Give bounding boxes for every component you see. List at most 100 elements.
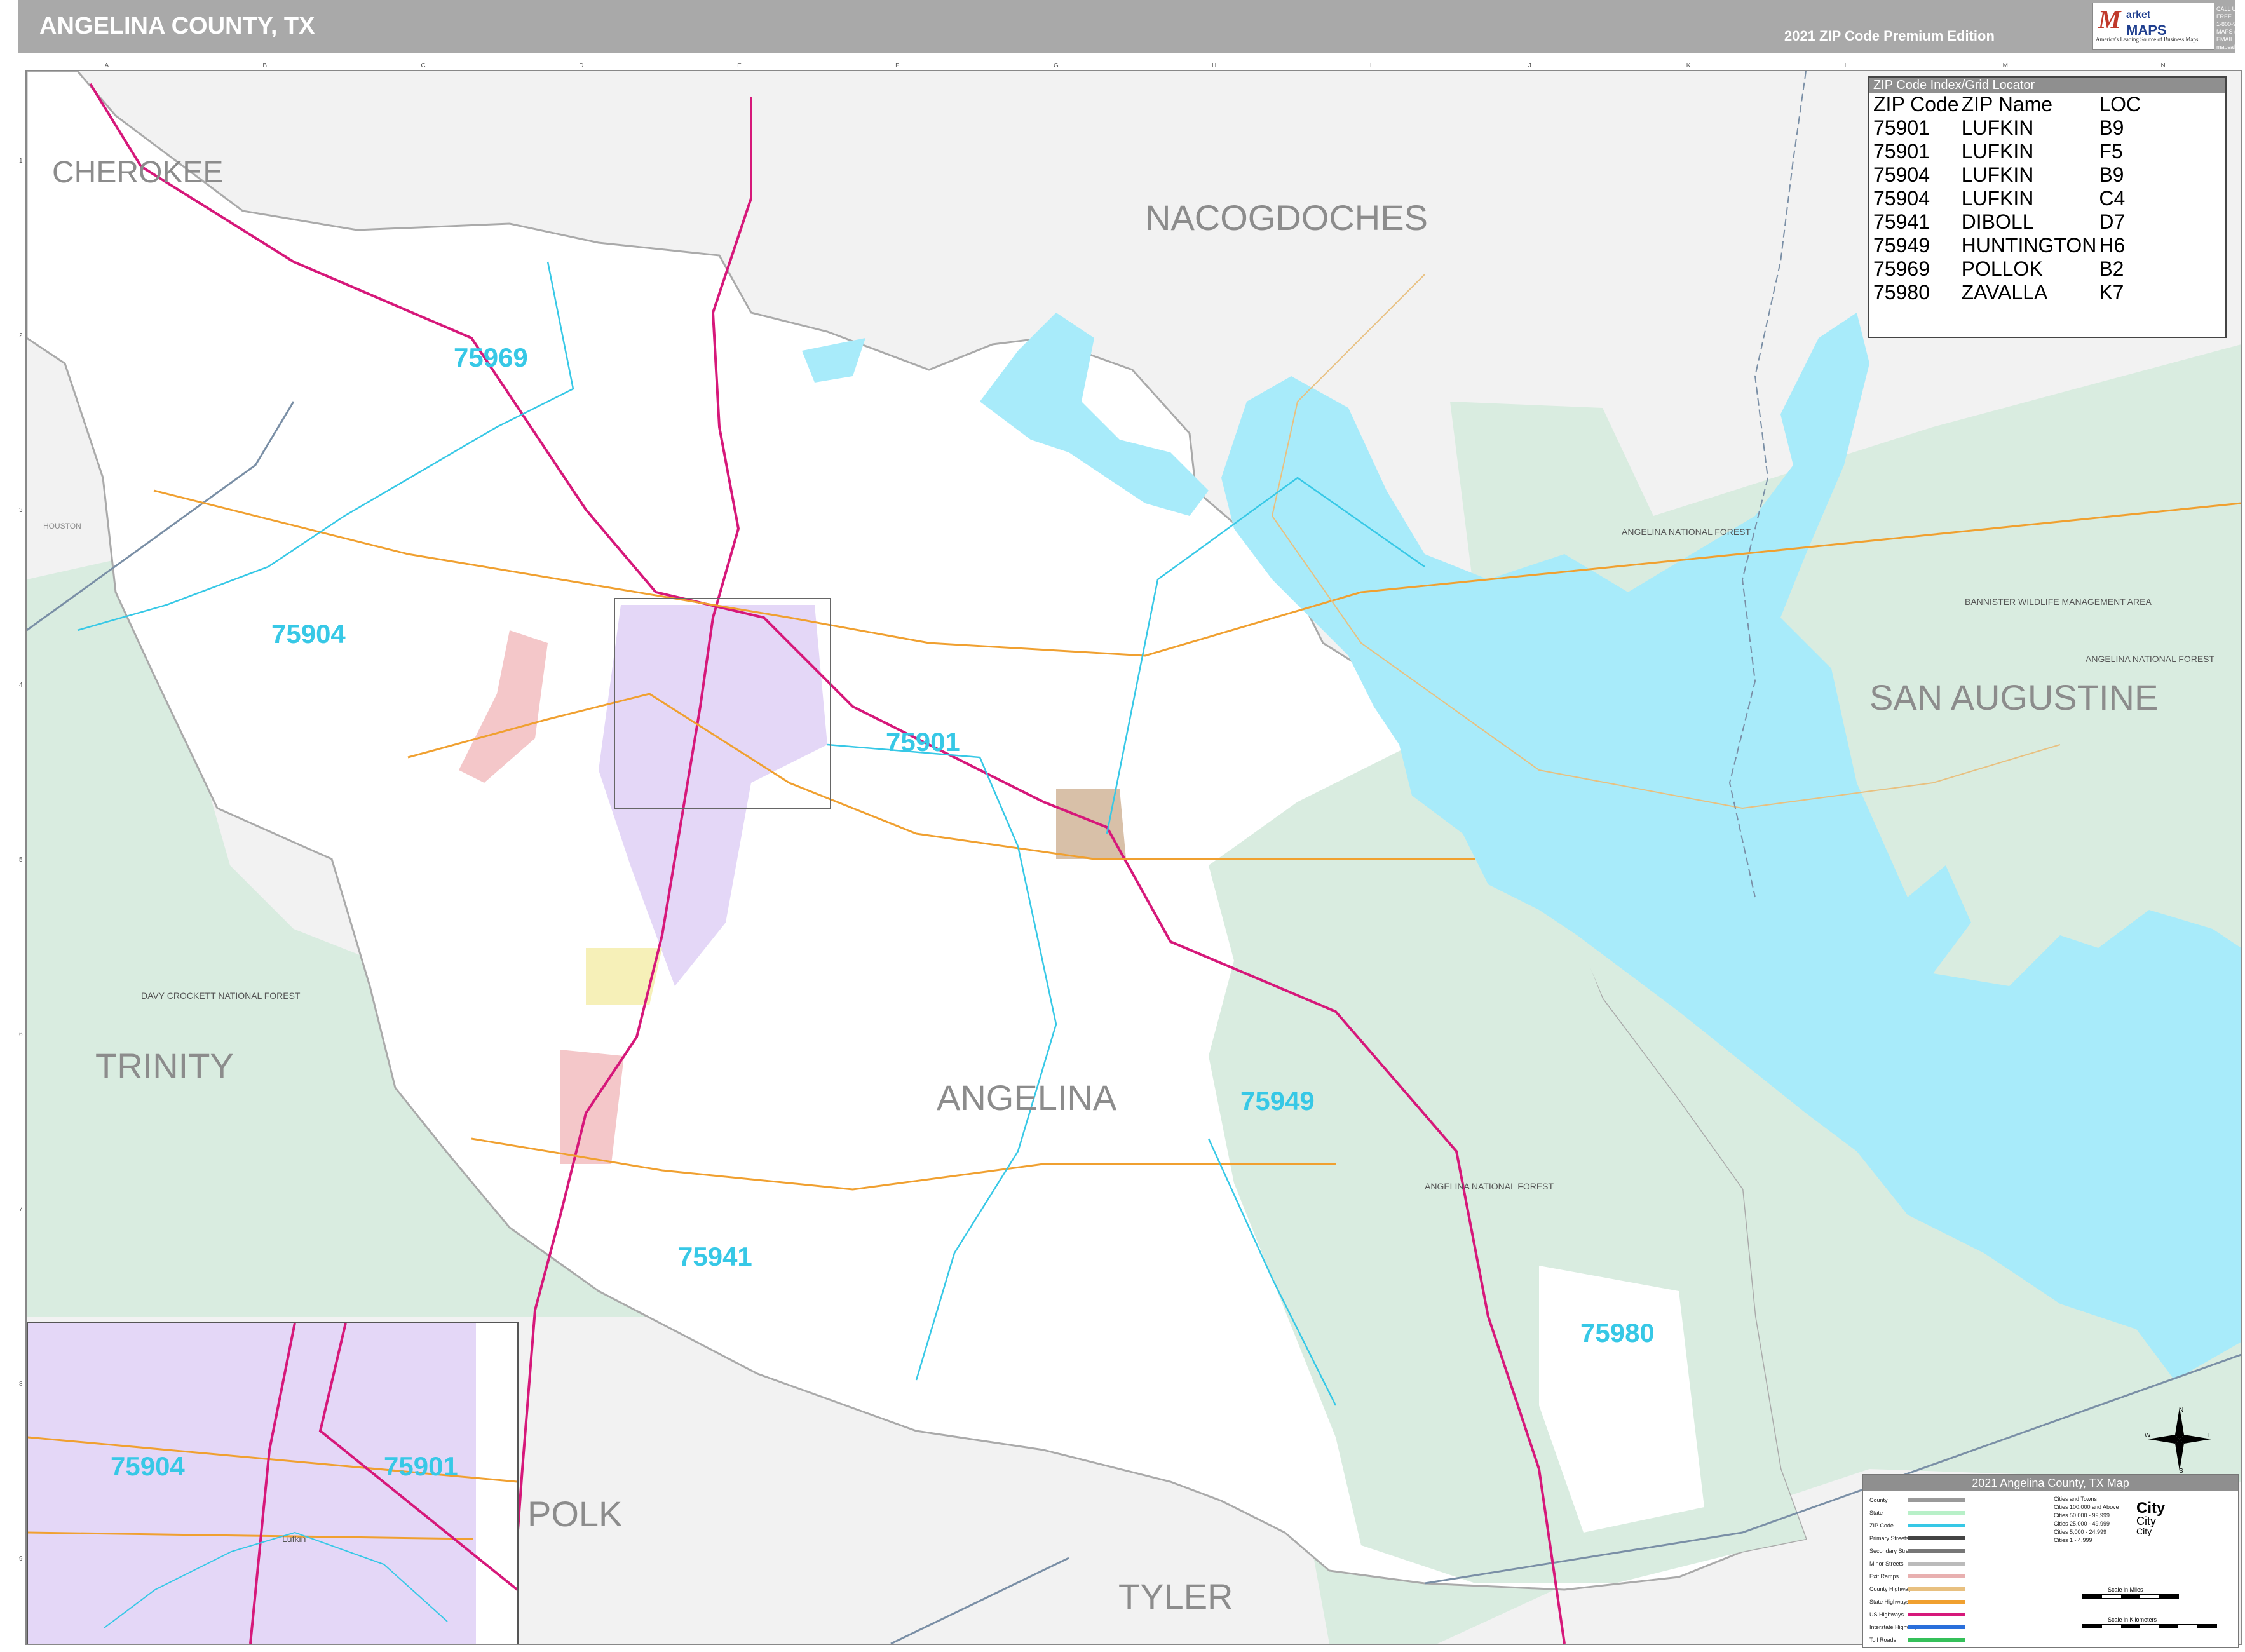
legend-row-swatch xyxy=(1908,1625,1965,1629)
zip-label-75904: 75904 xyxy=(271,619,346,649)
zip-name-cell: HUNTINGTON xyxy=(1961,234,2097,257)
inset-background xyxy=(28,1323,517,1644)
legend-row-label: US Highways xyxy=(1869,1611,1904,1618)
legend-scale-km: Scale in Kilometers xyxy=(2108,1616,2157,1623)
label-davy-crockett: DAVY CROCKETT NATIONAL FOREST xyxy=(141,991,301,1001)
table-row: 75904 LUFKIN C4 xyxy=(1872,187,2142,210)
contact-line: 1-800-934-MAPS (6277) xyxy=(2216,21,2245,35)
zip-name-cell: LUFKIN xyxy=(1961,187,2034,210)
grid-row-label: 4 xyxy=(19,681,23,689)
legend-row-label: Primary Streets xyxy=(1869,1535,1909,1541)
grid-column-label: A xyxy=(104,62,109,69)
legend-row-swatch xyxy=(1908,1549,1965,1553)
grid-row-label: 2 xyxy=(19,332,23,339)
zip-cell: 75904 xyxy=(1873,163,1930,186)
map-legend: 2021 Angelina County, TX Map County State… xyxy=(1862,1474,2239,1648)
legend-row-swatch xyxy=(1908,1498,1965,1502)
legend-row-swatch xyxy=(1908,1511,1965,1515)
zip-index-table: ZIP Code ZIP Name LOC 75901 LUFKIN B9 7590… xyxy=(1872,93,2142,304)
loc-cell: K7 xyxy=(2099,281,2124,304)
header-bar: ANGELINA COUNTY, TX 2021 ZIP Code Premiu… xyxy=(18,0,2245,53)
zip-label-75901: 75901 xyxy=(886,727,960,757)
zip-name-cell: LUFKIN xyxy=(1961,140,2034,163)
legend-row-swatch xyxy=(1908,1587,1965,1591)
zip-col-header: ZIP Code xyxy=(1873,93,1959,116)
contact-line: EMAIL US AT xyxy=(2216,36,2245,43)
logo-mark: M xyxy=(2098,5,2121,34)
legend-row-swatch xyxy=(1908,1638,1965,1642)
grid-column-label: F xyxy=(895,62,900,69)
legend-scale-bar-miles xyxy=(2082,1594,2179,1599)
legend-row-label: State Highways xyxy=(1869,1599,1909,1605)
legend-row-swatch xyxy=(1908,1574,1965,1578)
grid-column-label: I xyxy=(1369,62,1372,69)
market-maps-logo: M arket MAPS America's Leading Source of… xyxy=(2092,3,2214,50)
zip-label-75969: 75969 xyxy=(454,342,528,372)
legend-row-label: County xyxy=(1869,1497,1888,1503)
loc-cell: B9 xyxy=(2099,116,2124,139)
loc-cell: F5 xyxy=(2099,140,2123,163)
zip-name-cell: DIBOLL xyxy=(1961,210,2034,233)
legend-city-size-label: Cities 5,000 - 24,999 xyxy=(2054,1529,2107,1535)
label-tyler: TYLER xyxy=(1118,1576,1233,1616)
inset-outside xyxy=(476,1323,517,1644)
lufkin-inset-map[interactable]: 75904 75901 Lufkin xyxy=(27,1322,519,1644)
grid-row-label: 5 xyxy=(19,856,23,863)
compass-west-arrow xyxy=(2148,1435,2180,1444)
zip-cell: 75901 xyxy=(1873,116,1930,139)
logo-tagline: America's Leading Source of Business Map… xyxy=(2096,36,2199,43)
label-angelina-nf-north: ANGELINA NATIONAL FOREST xyxy=(1622,527,1751,537)
compass-w: W xyxy=(2145,1432,2151,1439)
grid-row-label: 7 xyxy=(19,1205,23,1213)
compass-east-arrow xyxy=(2180,1435,2211,1444)
legend-city-size-label: Cities 100,000 and Above xyxy=(2054,1504,2119,1510)
zip-label-75980: 75980 xyxy=(1580,1318,1655,1348)
legend-scale-bar-km xyxy=(2082,1624,2217,1628)
table-row: 75969 POLLOK B2 xyxy=(1872,257,2142,281)
table-row: 75904 LUFKIN B9 xyxy=(1872,163,2142,187)
map-title: ANGELINA COUNTY, TX xyxy=(39,13,315,39)
zip-name-cell: LUFKIN xyxy=(1961,116,2034,139)
compass-n: N xyxy=(2179,1407,2183,1414)
legend-city-size-label: Cities 25,000 - 49,999 xyxy=(2054,1520,2110,1527)
legend-row-label: Toll Roads xyxy=(1869,1637,1897,1643)
zip-cell: 75904 xyxy=(1873,187,1930,210)
grid-column-label: K xyxy=(1686,62,1691,69)
grid-column-label: G xyxy=(1054,62,1059,69)
label-bannister: BANNISTER WILDLIFE MANAGEMENT AREA xyxy=(1965,597,2152,607)
loc-cell: C4 xyxy=(2099,187,2126,210)
zip-label-75949: 75949 xyxy=(1240,1086,1315,1116)
table-row: 75901 LUFKIN B9 xyxy=(1872,116,2142,140)
legend-title: 2021 Angelina County, TX Map xyxy=(1863,1475,2238,1491)
zip-cell: 75949 xyxy=(1873,234,1930,257)
contact-info: CALL US TOLL FREE 1-800-934-MAPS (6277) … xyxy=(2216,5,2245,51)
legend-row-swatch xyxy=(1908,1613,1965,1616)
zip-index-header-row: ZIP Code ZIP Name LOC xyxy=(1872,93,2142,116)
label-san-augustine: SAN AUGUSTINE xyxy=(1869,677,2158,717)
table-row: 75980 ZAVALLA K7 xyxy=(1872,281,2142,304)
zip-cell: 75941 xyxy=(1873,210,1930,233)
grid-row-label: 9 xyxy=(19,1555,23,1562)
zip-cell: 75969 xyxy=(1873,257,1930,280)
grid-column-label: E xyxy=(737,62,742,69)
grid-column-label: H xyxy=(1211,62,1217,69)
legend-city-size-label: Cities 1 - 4,999 xyxy=(2054,1537,2092,1543)
grid-column-label: N xyxy=(2160,62,2166,69)
huntington-city-area xyxy=(1056,789,1126,859)
table-row: 75901 LUFKIN F5 xyxy=(1872,140,2142,163)
contact-line: mapsales@marketmaps.com xyxy=(2216,44,2245,50)
legend-row-label: State xyxy=(1869,1510,1883,1516)
legend-row-label: ZIP Code xyxy=(1869,1522,1894,1529)
grid-column-label: C xyxy=(421,62,426,69)
table-row: 75949 HUNTINGTON H6 xyxy=(1872,234,2142,257)
compass-south-arrow xyxy=(2175,1439,2184,1471)
grid-column-label: L xyxy=(1844,62,1848,69)
inset-svg: 75904 75901 Lufkin xyxy=(28,1323,517,1644)
name-col-header: ZIP Name xyxy=(1961,93,2053,116)
label-trinity: TRINITY xyxy=(95,1046,234,1086)
label-angelina-nf-east: ANGELINA NATIONAL FOREST xyxy=(2086,654,2214,664)
contact-line: CALL US TOLL FREE xyxy=(2216,6,2245,20)
legend-city-size-label: Cities 50,000 - 99,999 xyxy=(2054,1512,2110,1519)
grid-column-label: D xyxy=(579,62,584,69)
label-angelina: ANGELINA xyxy=(937,1078,1117,1118)
